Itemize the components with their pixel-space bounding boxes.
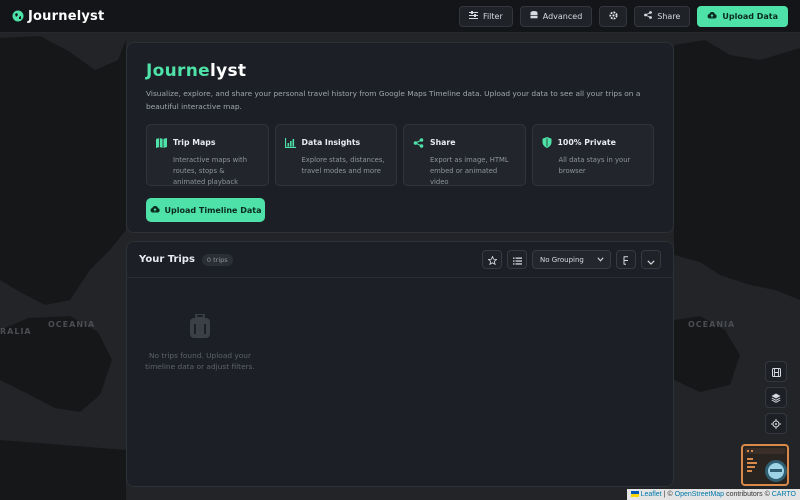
- feature-title: Data Insights: [301, 138, 361, 147]
- globe-icon: [12, 7, 24, 26]
- shield-icon: [542, 133, 552, 152]
- map-attribution: Leaflet | © OpenStreetMap contributors ©…: [626, 489, 800, 500]
- crosshair-icon: [771, 414, 781, 433]
- upload-timeline-button[interactable]: Upload Timeline Data: [146, 198, 265, 222]
- hero-title: Journelyst: [146, 61, 654, 81]
- star-icon: [486, 250, 498, 269]
- attribution-contributors: contributors ©: [726, 491, 770, 498]
- osm-link[interactable]: OpenStreetMap: [675, 491, 724, 498]
- advanced-label: Advanced: [542, 11, 583, 21]
- filter-label: Filter: [482, 11, 503, 21]
- grouping-select[interactable]: No Grouping: [532, 250, 611, 269]
- sort-button[interactable]: [616, 250, 636, 269]
- sliders-icon: [468, 11, 478, 21]
- upload-timeline-label: Upload Timeline Data: [164, 205, 262, 215]
- attribution-copyright: ©: [667, 491, 673, 498]
- top-navbar: Journelyst Filter Advanced Share Upload …: [0, 0, 800, 33]
- share-icon: [413, 133, 424, 152]
- feature-description: Explore stats, distances, travel modes a…: [301, 156, 385, 175]
- feature-card: 100% Private All data stays in your brow…: [531, 124, 654, 186]
- cloud-upload-icon: [707, 11, 718, 21]
- feature-description: Export as image, HTML embed or animated …: [430, 156, 509, 186]
- empty-state: No trips found. Upload your timeline dat…: [145, 313, 255, 372]
- advanced-button[interactable]: Advanced: [519, 5, 593, 27]
- hero-title-accent: Journe: [146, 61, 210, 81]
- filter-button[interactable]: Filter: [458, 5, 513, 27]
- fullscreen-button[interactable]: [765, 361, 787, 382]
- database-icon: [530, 10, 538, 22]
- settings-button[interactable]: [599, 5, 628, 27]
- feature-description: Interactive maps with routes, stops & an…: [173, 156, 247, 186]
- trips-title: Your Trips: [139, 254, 195, 265]
- carto-link[interactable]: CARTO: [772, 491, 796, 498]
- chevron-down-icon: [647, 250, 655, 269]
- hero-title-rest: lyst: [209, 61, 247, 81]
- suitcase-icon: [189, 313, 211, 344]
- leaflet-link[interactable]: Leaflet: [641, 491, 662, 498]
- map-icon: [156, 133, 167, 152]
- feature-title: 100% Private: [557, 138, 616, 147]
- share-icon: [644, 11, 653, 21]
- list-view-button[interactable]: [507, 250, 527, 269]
- feature-card: Data Insights Explore stats, distances, …: [274, 124, 397, 186]
- collapse-button[interactable]: [641, 250, 661, 269]
- upload-data-button[interactable]: Upload Data: [697, 5, 788, 27]
- gear-icon: [609, 10, 618, 22]
- feature-title: Trip Maps: [173, 138, 216, 147]
- trips-header: Your Trips 0 trips No Grouping: [127, 242, 673, 278]
- feature-description: All data stays in your browser: [558, 156, 631, 175]
- map-label: OCEANIA: [688, 320, 736, 329]
- chevron-down-icon: [597, 256, 604, 264]
- robot-icon: [743, 448, 787, 488]
- favorites-button[interactable]: [482, 250, 502, 269]
- feature-card: Trip Maps Interactive maps with routes, …: [146, 124, 269, 186]
- hero-description: Visualize, explore, and share your perso…: [146, 89, 641, 111]
- ukraine-flag-icon: [630, 490, 639, 499]
- assistant-widget[interactable]: [741, 444, 789, 486]
- trips-panel: Your Trips 0 trips No Grouping No trips …: [126, 241, 674, 487]
- film-icon: [771, 362, 781, 381]
- map-label: OCEANIA: [48, 320, 96, 329]
- app-name: Journelyst: [28, 8, 105, 24]
- share-label: Share: [657, 11, 681, 21]
- feature-list: Trip Maps Interactive maps with routes, …: [146, 124, 654, 186]
- list-icon: [512, 250, 522, 269]
- chart-icon: [284, 133, 296, 152]
- share-button[interactable]: Share: [634, 5, 691, 27]
- trips-count-badge: 0 trips: [201, 253, 233, 266]
- layers-icon: [771, 388, 781, 407]
- welcome-panel: Journelyst Visualize, explore, and share…: [126, 42, 674, 233]
- map-label: RALIA: [0, 327, 32, 336]
- layers-button[interactable]: [765, 387, 787, 408]
- attribution-separator: |: [663, 491, 666, 498]
- upload-data-label: Upload Data: [722, 11, 778, 21]
- locate-button[interactable]: [765, 413, 787, 434]
- feature-title: Share: [430, 138, 456, 147]
- app-logo[interactable]: Journelyst: [12, 7, 104, 26]
- feature-card: Share Export as image, HTML embed or ani…: [403, 124, 526, 186]
- grouping-selected: No Grouping: [540, 255, 584, 264]
- cloud-upload-icon: [150, 205, 160, 215]
- empty-state-text: No trips found. Upload your timeline dat…: [145, 351, 255, 371]
- sort-icon: [622, 250, 631, 269]
